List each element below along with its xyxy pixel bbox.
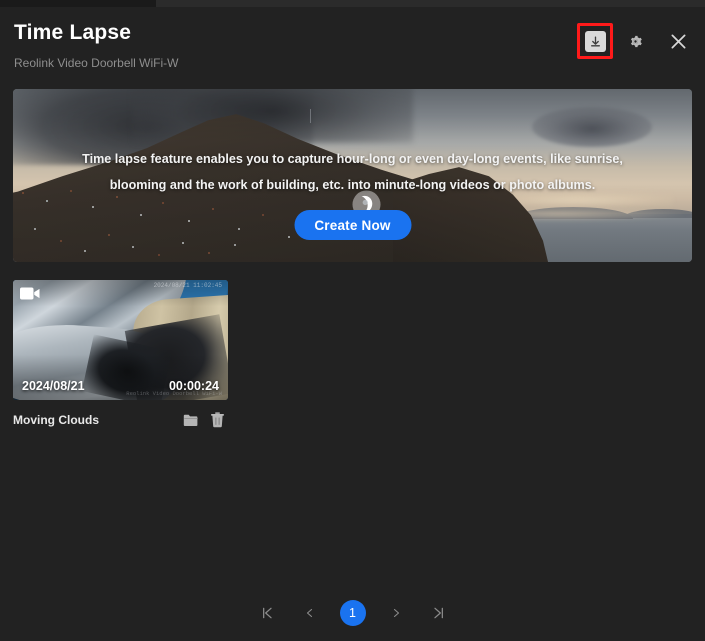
- settings-button[interactable]: [618, 24, 652, 58]
- next-page-button[interactable]: [383, 600, 409, 626]
- thumbnail-osd-timestamp: 2024/08/21 11:02:45: [153, 282, 222, 289]
- parent-window-titlebar-sliver: · · ·· ···· ···: [0, 0, 705, 7]
- gear-icon: [630, 35, 642, 47]
- dialog-header: Time Lapse Reolink Video Doorbell WiFi-W: [0, 7, 705, 80]
- chevron-left-icon: [306, 608, 312, 618]
- page-number-1[interactable]: 1: [339, 600, 366, 626]
- folder-icon: [183, 414, 198, 426]
- pagination: 1: [0, 595, 705, 631]
- page-title: Time Lapse: [14, 21, 132, 44]
- create-now-button[interactable]: Create Now: [294, 210, 411, 240]
- video-date: 2024/08/21: [22, 379, 85, 393]
- close-icon: [671, 34, 685, 48]
- video-name: Moving Clouds: [13, 413, 99, 427]
- close-button[interactable]: [661, 24, 695, 58]
- list-item: 2024/08/21 11:02:45 Reolink Video Doorbe…: [13, 280, 228, 430]
- download-button[interactable]: [577, 23, 613, 59]
- titlebar-cutoff-text: · · ·· ···· ···: [196, 0, 411, 6]
- download-icon: [584, 30, 606, 52]
- first-page-icon: [262, 607, 272, 619]
- last-page-button[interactable]: [426, 600, 452, 626]
- delete-button[interactable]: [209, 412, 226, 429]
- video-camera-icon: [19, 285, 41, 302]
- time-lapse-dialog: · · ·· ···· ··· Time Lapse Reolink Video…: [0, 0, 705, 641]
- device-subtitle: Reolink Video Doorbell WiFi-W: [14, 56, 179, 70]
- video-thumbnail[interactable]: 2024/08/21 11:02:45 Reolink Video Doorbe…: [13, 280, 228, 400]
- first-page-button[interactable]: [254, 600, 280, 626]
- video-card-footer: Moving Clouds: [13, 410, 228, 430]
- trash-icon: [211, 412, 224, 428]
- header-actions: [577, 23, 695, 59]
- titlebar-left-block: [0, 0, 156, 7]
- banner-description: Time lapse feature enables you to captur…: [82, 152, 623, 192]
- open-folder-button[interactable]: [182, 412, 199, 429]
- video-card-actions: [182, 412, 226, 429]
- previous-page-button[interactable]: [297, 600, 323, 626]
- video-duration: 00:00:24: [168, 379, 219, 393]
- last-page-icon: [433, 607, 443, 619]
- timelapse-video-grid: 2024/08/21 11:02:45 Reolink Video Doorbe…: [13, 280, 228, 430]
- chevron-right-icon: [393, 608, 399, 618]
- promo-banner: Time lapse feature enables you to captur…: [13, 89, 692, 262]
